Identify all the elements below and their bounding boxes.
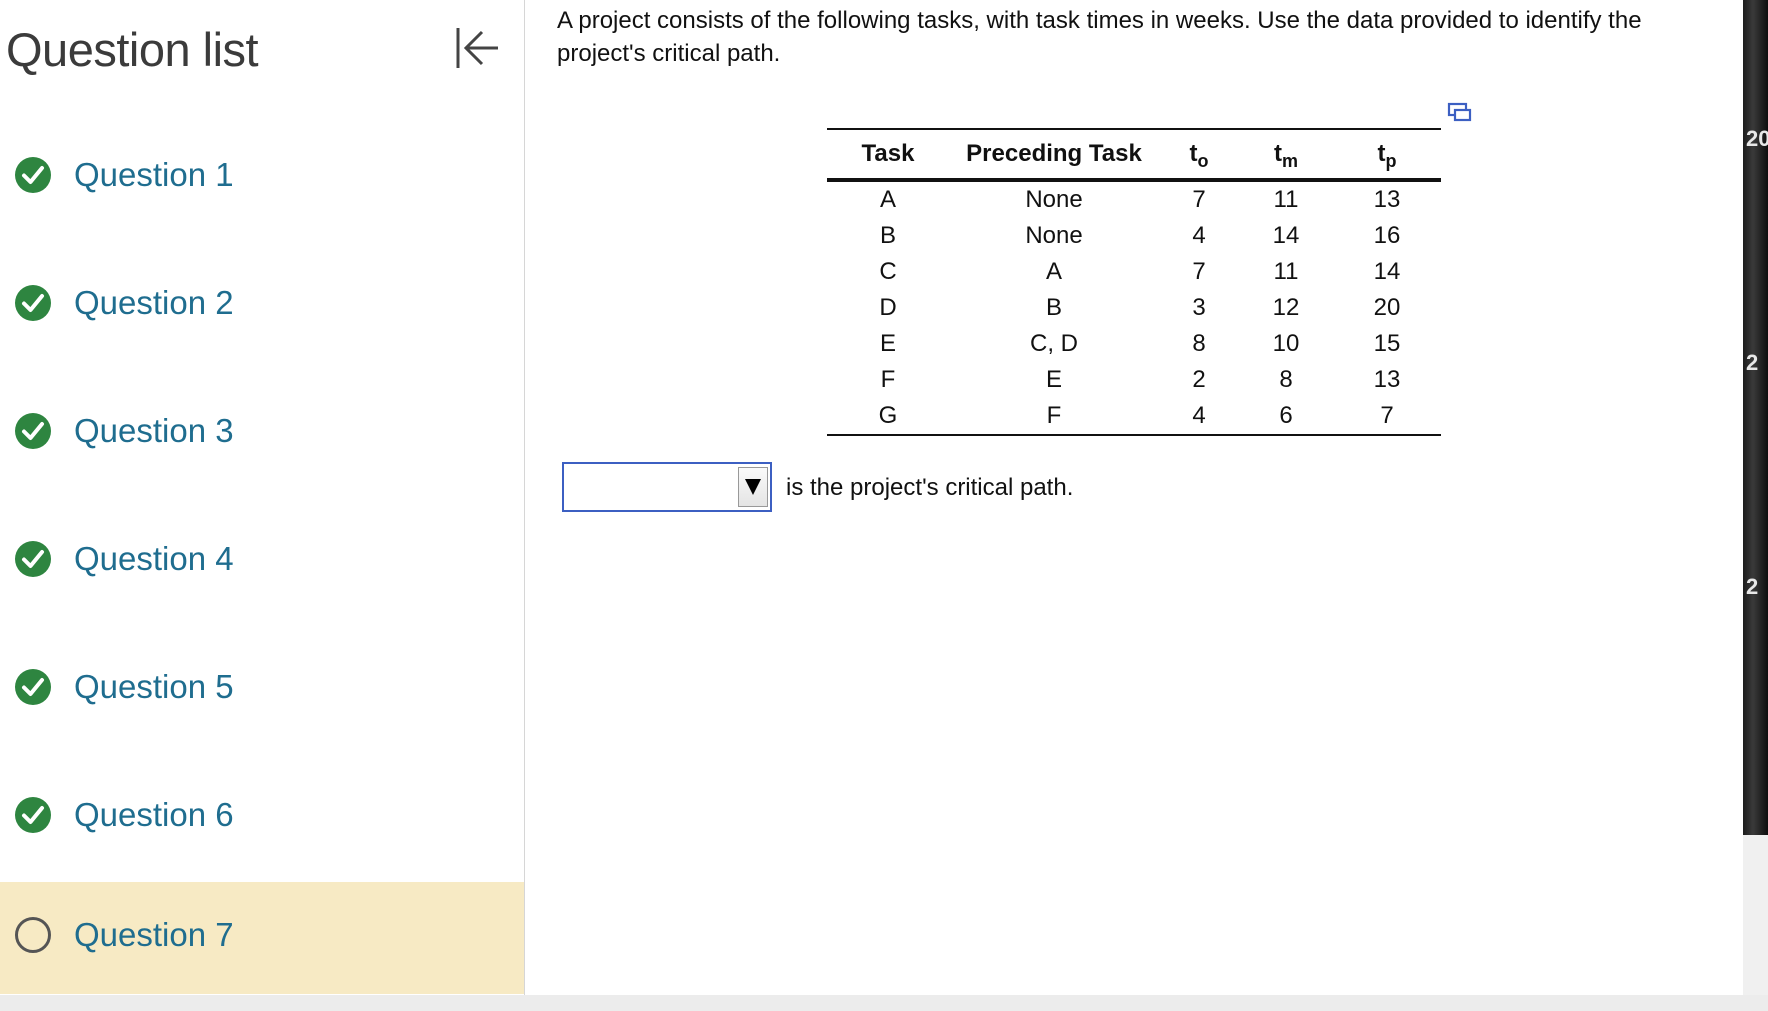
cell-tm: 6 — [1239, 398, 1333, 436]
adjacent-window-gray — [1743, 835, 1768, 1011]
question-item-label: Question 3 — [74, 412, 234, 449]
adjacent-window-edge: 20 2 2 — [1743, 0, 1768, 835]
answer-suffix-text: is the project's critical path. — [786, 474, 1074, 501]
empty-circle-icon — [15, 917, 51, 953]
question-item-label: Question 6 — [74, 796, 234, 833]
cell-tm: 11 — [1273, 258, 1299, 285]
cell-tm: 10 — [1272, 330, 1300, 357]
cell-to: 4 — [1159, 398, 1239, 436]
table-row: B None 4 14 16 — [827, 218, 1441, 254]
cell-task: E — [879, 330, 896, 357]
cell-preceding: E — [1045, 366, 1062, 393]
cell-to: 7 — [1192, 186, 1206, 213]
task-table: Task Preceding Task to tm tp A None 7 11… — [827, 128, 1441, 436]
critical-path-dropdown[interactable] — [562, 462, 772, 512]
question-item-label: Question 2 — [74, 284, 234, 321]
dropdown-arrow-button[interactable] — [738, 467, 768, 507]
header-preceding-task: Preceding Task — [949, 128, 1159, 182]
check-circle-icon — [15, 797, 51, 833]
cell-to: 8 — [1192, 330, 1206, 357]
question-item-label: Question 4 — [74, 540, 234, 577]
header-to: to — [1159, 128, 1239, 182]
cell-preceding: None — [1025, 222, 1083, 249]
table-row: G F 4 6 7 — [827, 398, 1441, 436]
cell-tm: 14 — [1272, 222, 1300, 249]
table-row: D B 3 12 20 — [827, 290, 1441, 326]
cell-tm: 8 — [1279, 366, 1293, 393]
question-item-7[interactable]: Question 7 — [0, 882, 524, 994]
edge-label: 2 — [1746, 350, 1759, 375]
header-tm: tm — [1239, 128, 1333, 182]
triangle-down-icon — [745, 479, 761, 495]
collapse-sidebar-button[interactable] — [452, 22, 504, 74]
question-item-label: Question 7 — [74, 916, 234, 953]
check-circle-icon — [15, 413, 51, 449]
question-item-6[interactable]: Question 6 — [0, 762, 524, 874]
cell-to: 2 — [1192, 366, 1206, 393]
cell-tm: 12 — [1272, 294, 1300, 321]
cell-tp: 16 — [1373, 222, 1401, 249]
cell-to: 7 — [1192, 258, 1206, 285]
check-circle-icon — [15, 157, 51, 193]
question-panel: A project consists of the following task… — [525, 0, 1743, 995]
header-tp: tp — [1333, 128, 1441, 182]
cell-tp: 7 — [1333, 398, 1441, 436]
sidebar-title: Question list — [6, 23, 259, 76]
cell-task: B — [879, 222, 896, 249]
question-prompt: A project consists of the following task… — [557, 7, 1642, 67]
table-row: A None 7 11 13 — [827, 180, 1441, 218]
question-item-5[interactable]: Question 5 — [0, 634, 524, 746]
cell-to: 4 — [1192, 222, 1206, 249]
cell-preceding: C, D — [1030, 330, 1078, 357]
collapse-left-icon — [456, 28, 498, 68]
cell-task: G — [827, 398, 949, 436]
cell-tp: 20 — [1373, 294, 1401, 321]
cell-tm: 11 — [1273, 186, 1299, 213]
question-item-2[interactable]: Question 2 — [0, 250, 524, 362]
cell-task: C — [879, 258, 897, 285]
cell-task: D — [879, 294, 897, 321]
edge-label: 2 — [1746, 574, 1759, 599]
question-item-label: Question 5 — [74, 668, 234, 705]
cell-tp: 14 — [1373, 258, 1401, 285]
check-circle-icon — [15, 285, 51, 321]
question-item-4[interactable]: Question 4 — [0, 506, 524, 618]
check-circle-icon — [15, 669, 51, 705]
cell-preceding: None — [1025, 186, 1083, 213]
cell-task: A — [879, 186, 896, 213]
cell-preceding: A — [1045, 258, 1062, 285]
cell-to: 3 — [1192, 294, 1206, 321]
table-row: E C, D 8 10 15 — [827, 326, 1441, 362]
cell-preceding: B — [1045, 294, 1062, 321]
cell-tp: 15 — [1373, 330, 1401, 357]
check-circle-icon — [15, 541, 51, 577]
cell-tp: 13 — [1373, 366, 1401, 393]
question-item-label: Question 1 — [74, 156, 234, 193]
bottom-bar — [0, 995, 1768, 1011]
copy-table-icon[interactable] — [1447, 100, 1473, 126]
cell-task: F — [880, 366, 896, 393]
header-task: Task — [827, 128, 949, 182]
cell-tp: 13 — [1373, 186, 1401, 213]
question-item-3[interactable]: Question 3 — [0, 378, 524, 490]
question-item-1[interactable]: Question 1 — [0, 122, 524, 234]
edge-label: 20 — [1746, 126, 1768, 151]
cell-preceding: F — [949, 398, 1159, 436]
table-header-row: Task Preceding Task to tm tp — [827, 128, 1441, 182]
table-row: F E 2 8 13 — [827, 362, 1441, 398]
question-list-sidebar: Question list Question 1 Question 2 Ques… — [0, 0, 525, 995]
table-row: C A 7 11 14 — [827, 254, 1441, 290]
